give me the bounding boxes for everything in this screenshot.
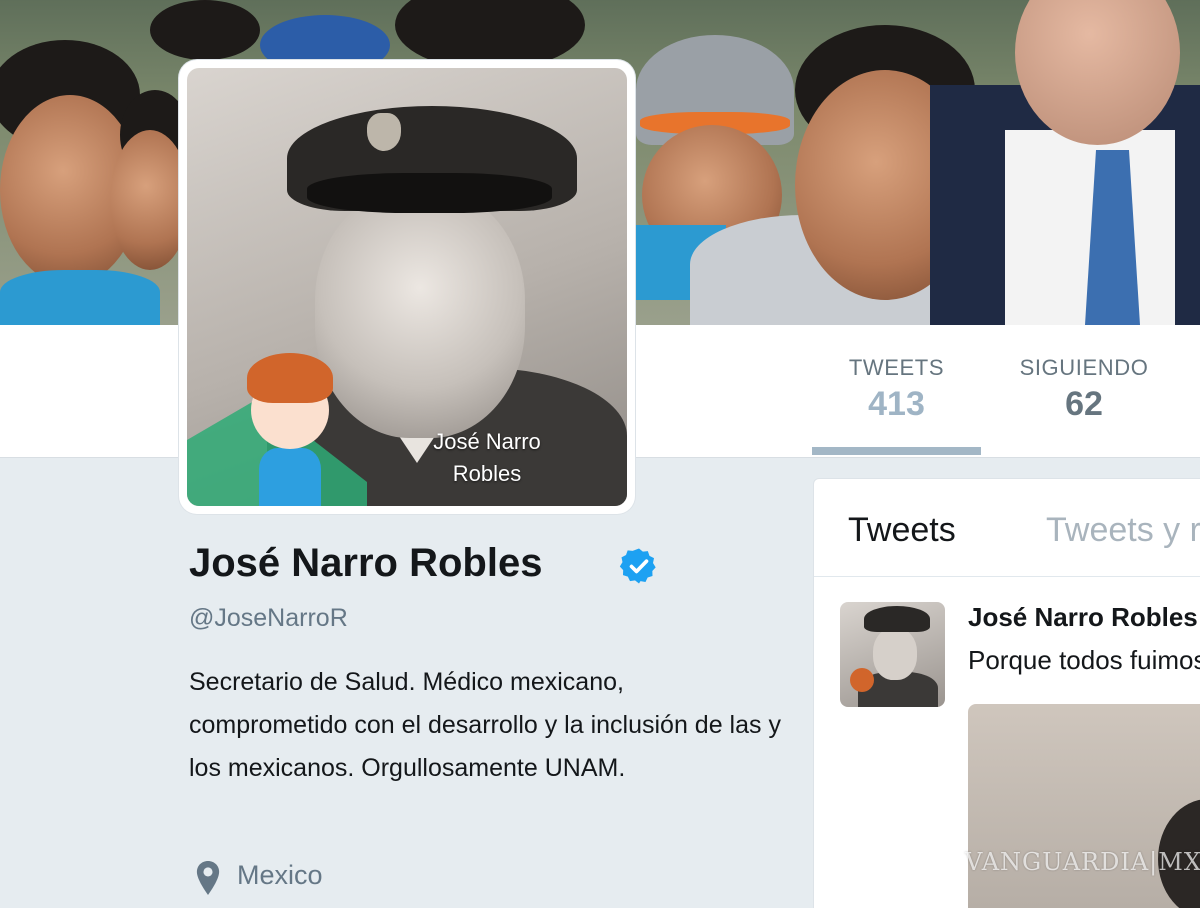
child-face <box>873 628 917 680</box>
profile-handle[interactable]: @JoseNarroR <box>189 604 348 633</box>
stat-value: 62 <box>1065 385 1103 423</box>
avatar-image: José Narro Robles <box>187 68 627 506</box>
person-hair <box>150 0 260 60</box>
stat-tweets[interactable]: TWEETS 413 <box>812 355 981 424</box>
cap-badge <box>367 113 401 151</box>
caption-line: Robles <box>452 461 522 486</box>
kid-body <box>259 448 321 506</box>
timeline-card: Tweets Tweets y respuestas José Narro Ro… <box>813 478 1200 908</box>
tab-tweets[interactable]: Tweets <box>848 511 956 550</box>
caption-line: José Narro <box>433 429 541 454</box>
profile-avatar[interactable]: José Narro Robles <box>179 60 635 514</box>
avatar-caption: José Narro Robles <box>402 426 572 490</box>
profile-location: Mexico <box>237 860 323 890</box>
child-face <box>315 188 525 438</box>
person-face <box>110 130 190 270</box>
tweet-avatar[interactable] <box>840 602 945 707</box>
tab-tweets-and-replies[interactable]: Tweets y respuestas <box>1046 511 1200 550</box>
location-pin-icon <box>196 861 220 895</box>
active-stat-indicator <box>812 447 981 455</box>
profile-bio: Secretario de Salud. Médico mexicano, co… <box>189 668 781 782</box>
kid-hair <box>247 353 333 403</box>
tweet-media-image[interactable] <box>968 704 1200 908</box>
stat-following[interactable]: SIGUIENDO 62 <box>1000 355 1168 424</box>
cartoon-kid-illustration <box>239 353 339 506</box>
military-cap <box>864 606 930 632</box>
cartoon-kid-illustration <box>850 668 874 692</box>
tweet-text: Porque todos fuimos niños <box>968 645 1200 675</box>
timeline-tabs: Tweets Tweets y respuestas <box>814 479 1200 577</box>
stat-value: 413 <box>868 385 925 423</box>
cap-visor <box>307 173 552 213</box>
watermark-logo: VANGUARDIA|MX <box>965 848 1200 876</box>
profile-name[interactable]: José Narro Robles <box>189 541 542 586</box>
verified-badge-icon <box>619 548 656 584</box>
tweet-author-name[interactable]: José Narro Robles <box>968 602 1198 633</box>
stat-label: SIGUIENDO <box>1019 355 1149 380</box>
stat-label: TWEETS <box>848 355 945 380</box>
person-shirt <box>0 270 160 325</box>
